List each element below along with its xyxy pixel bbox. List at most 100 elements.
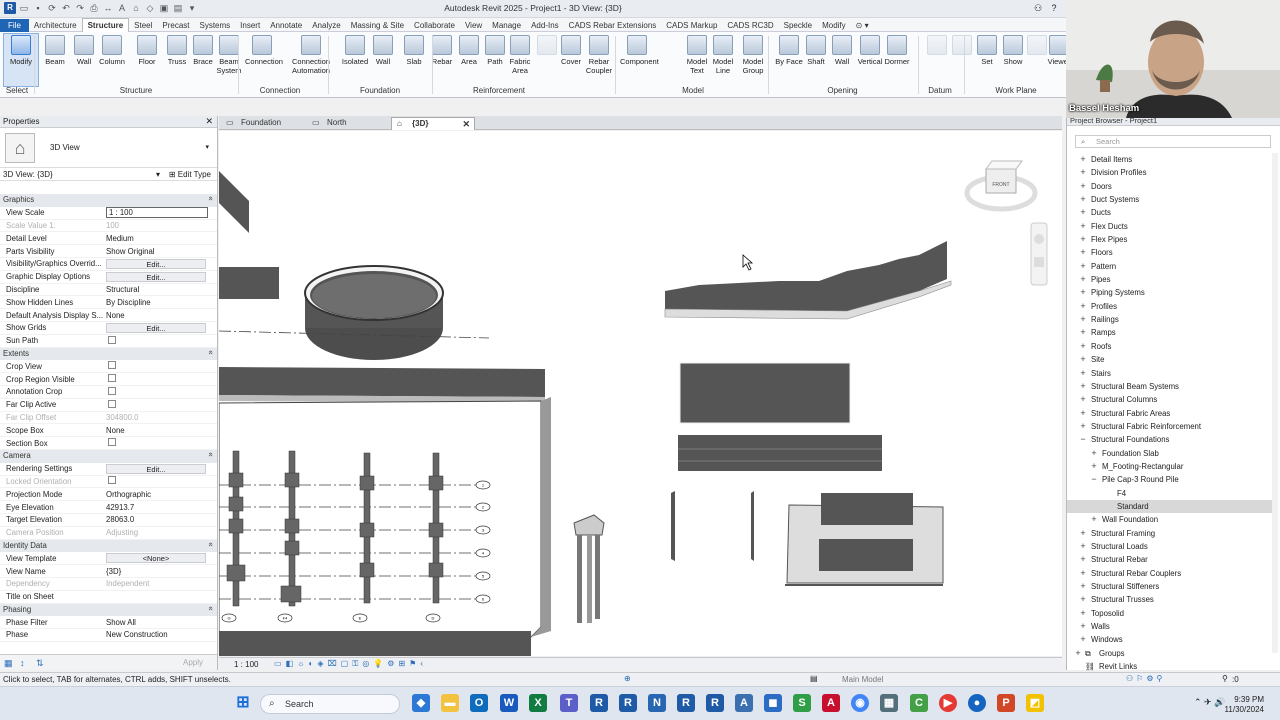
- tab-architecture[interactable]: Architecture: [29, 19, 82, 33]
- property-value[interactable]: New Construction: [106, 630, 168, 639]
- property-value[interactable]: Structural: [106, 285, 139, 294]
- taskbar-search[interactable]: ⌕ Search: [260, 694, 400, 714]
- tab-modify[interactable]: Modify: [817, 19, 851, 33]
- expand-icon[interactable]: +: [1079, 286, 1087, 299]
- powerpoint-icon[interactable]: P: [997, 694, 1015, 712]
- expand-icon[interactable]: +: [1079, 206, 1087, 219]
- wall-segment[interactable]: [219, 267, 279, 299]
- expand-icon[interactable]: +: [1079, 540, 1087, 553]
- tree-item-standard[interactable]: Standard: [1067, 499, 1272, 514]
- tab-view[interactable]: View: [460, 19, 487, 33]
- stepped-curved-wall[interactable]: [664, 241, 952, 320]
- tab-systems[interactable]: Systems: [195, 19, 236, 33]
- tab-cads-rc3d[interactable]: CADS RC3D: [722, 19, 778, 33]
- properties-help-icon[interactable]: ▦: [4, 658, 14, 668]
- edit-button[interactable]: Edit...: [106, 322, 206, 333]
- ribbon-button-modify[interactable]: Modify: [3, 33, 39, 87]
- tree-item-structural-columns[interactable]: + Structural Columns: [1067, 393, 1272, 406]
- ribbon-button-rebar-coupler[interactable]: Rebar Coupler: [582, 34, 616, 75]
- crop-icon[interactable]: ⌧: [327, 659, 336, 669]
- navisworks-icon[interactable]: N: [648, 694, 666, 712]
- property-value[interactable]: Medium: [106, 234, 134, 243]
- tree-item-groups[interactable]: + ⧉ Groups: [1067, 647, 1272, 660]
- tree-item-wall-foundation[interactable]: + Wall Foundation: [1067, 513, 1272, 526]
- footing-slab[interactable]: [678, 435, 882, 471]
- checkbox[interactable]: [108, 361, 116, 370]
- checkbox[interactable]: [108, 438, 116, 447]
- thin-wall[interactable]: [671, 491, 675, 561]
- render-icon[interactable]: ◈: [317, 659, 323, 669]
- column-grid-bubble[interactable]: F4: [277, 613, 293, 623]
- active-model[interactable]: Main Model: [842, 675, 883, 684]
- property-value[interactable]: Adjusting: [106, 528, 138, 537]
- tree-item-structural-rebar[interactable]: + Structural Rebar: [1067, 553, 1272, 566]
- expand-icon[interactable]: +: [1079, 580, 1087, 593]
- grid-bubble[interactable]: 4: [475, 548, 491, 558]
- section-identity-data[interactable]: Identity Data: [0, 539, 217, 553]
- autocad-icon[interactable]: A: [735, 694, 753, 712]
- ribbon-group-select[interactable]: Select: [0, 86, 34, 97]
- tree-item-ducts[interactable]: + Ducts: [1067, 206, 1272, 219]
- expand-icon[interactable]: +: [1079, 313, 1087, 326]
- property-value[interactable]: 28063.0: [106, 515, 134, 524]
- property-value[interactable]: By Discipline: [106, 298, 151, 307]
- zoom-icon[interactable]: ●: [968, 694, 986, 712]
- tab-insert[interactable]: Insert: [235, 19, 265, 33]
- tab-precast[interactable]: Precast: [157, 19, 194, 33]
- expand-icon[interactable]: +: [1079, 326, 1087, 339]
- sticky-notes-icon[interactable]: ◩: [1026, 694, 1044, 712]
- edit-button[interactable]: Edit...: [106, 271, 206, 282]
- sheets-icon[interactable]: S: [793, 694, 811, 712]
- property-value[interactable]: 304800.0: [106, 413, 139, 422]
- view-scale-input[interactable]: 1 : 100: [106, 207, 208, 219]
- analytical-icon[interactable]: ⊞: [398, 659, 405, 669]
- edit-button[interactable]: <None>: [106, 553, 206, 564]
- project-browser-scrollbar[interactable]: [1272, 153, 1278, 653]
- ribbon-group-connection[interactable]: Connection: [240, 86, 320, 97]
- help-icon[interactable]: ?: [1048, 2, 1060, 14]
- ribbon-button-dormer[interactable]: Dormer: [880, 34, 914, 66]
- tab-cads-markup[interactable]: CADS Markup: [661, 19, 722, 33]
- ribbon-button-floor[interactable]: Floor: [130, 34, 164, 66]
- checkbox[interactable]: [108, 386, 116, 395]
- property-value[interactable]: 42913.7: [106, 503, 134, 512]
- expand-icon[interactable]: +: [1079, 260, 1087, 273]
- ribbon-group-foundation[interactable]: Foundation: [330, 86, 430, 97]
- tree-item-foundation-slab[interactable]: + Foundation Slab: [1067, 447, 1272, 460]
- expand-icon[interactable]: +: [1074, 647, 1082, 660]
- tree-item-ramps[interactable]: + Ramps: [1067, 326, 1272, 339]
- tree-item-structural-framing[interactable]: + Structural Framing: [1067, 527, 1272, 540]
- tree-item-piping-systems[interactable]: + Piping Systems: [1067, 286, 1272, 299]
- collapse-icon[interactable]: −: [1090, 473, 1098, 486]
- more-icon[interactable]: ‹: [420, 659, 423, 669]
- section-graphics[interactable]: Graphics: [0, 194, 217, 207]
- chevron-down-icon[interactable]: ▾: [156, 170, 160, 179]
- visual-style-icon[interactable]: ◧: [286, 659, 294, 669]
- tree-item-pile-cap-3-round-pile[interactable]: − Pile Cap-3 Round Pile: [1067, 473, 1272, 486]
- circular-wall[interactable]: [304, 265, 444, 360]
- taskbar-clock[interactable]: 9:39 PM 11/30/2024: [1225, 695, 1264, 715]
- worksharing-icon[interactable]: ⚙: [387, 659, 394, 669]
- tree-item-profiles[interactable]: + Profiles: [1067, 300, 1272, 313]
- tree-item-structural-fabric-areas[interactable]: + Structural Fabric Areas: [1067, 407, 1272, 420]
- property-value[interactable]: {3D}: [106, 567, 121, 576]
- pile-cap[interactable]: [573, 514, 605, 623]
- tree-item-structural-stiffeners[interactable]: + Structural Stiffeners: [1067, 580, 1272, 593]
- close-icon[interactable]: ✕: [205, 116, 213, 127]
- system-tray-icons[interactable]: ⌃ ✈ 🔊: [1194, 697, 1225, 708]
- property-value[interactable]: Orthographic: [106, 490, 151, 499]
- footing-block[interactable]: [679, 362, 851, 424]
- tree-item-stairs[interactable]: + Stairs: [1067, 367, 1272, 380]
- view-scale-footer[interactable]: 1 : 100: [234, 660, 258, 669]
- tree-item-structural-trusses[interactable]: + Structural Trusses: [1067, 593, 1272, 606]
- revit-taskbar-icon[interactable]: R: [590, 694, 608, 712]
- crop-visible-icon[interactable]: ▢: [341, 659, 349, 669]
- tree-item-walls[interactable]: + Walls: [1067, 620, 1272, 633]
- ribbon-group-work-plane[interactable]: Work Plane: [966, 86, 1066, 97]
- expand-icon[interactable]: +: [1090, 460, 1098, 473]
- grid-bubble[interactable]: 2: [475, 502, 491, 512]
- tree-item-structural-rebar-couplers[interactable]: + Structural Rebar Couplers: [1067, 567, 1272, 580]
- type-selector[interactable]: ⌂ 3D View ▾: [0, 128, 217, 168]
- sort-icon[interactable]: ↕: [20, 658, 30, 668]
- checkbox[interactable]: [108, 399, 116, 408]
